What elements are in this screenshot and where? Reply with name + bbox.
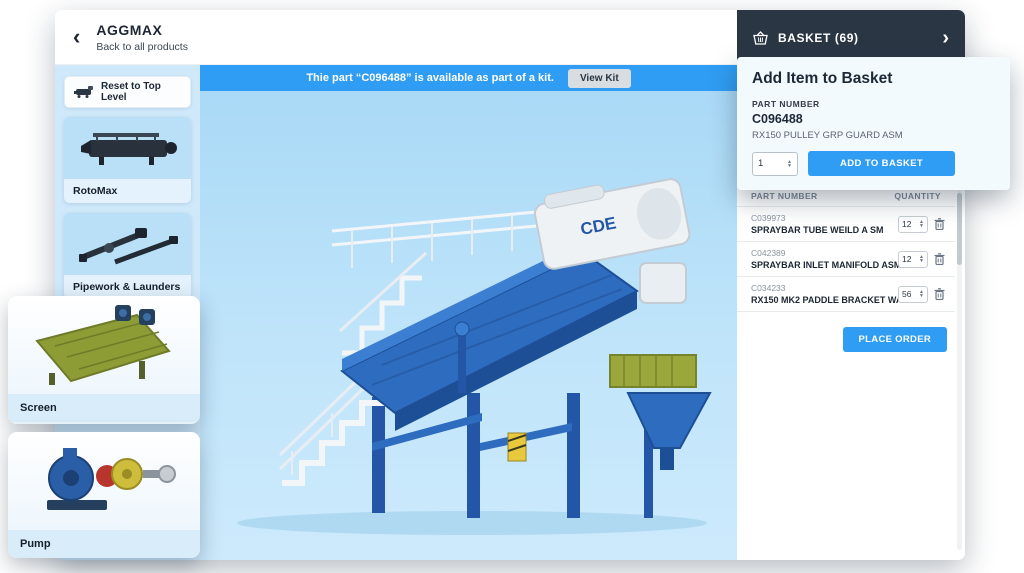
basket-item-part-number: C034233 <box>751 283 892 293</box>
place-order-button[interactable]: PLACE ORDER <box>843 327 947 352</box>
stage: ‹ AGGMAX Back to all products BASKET (69… <box>0 0 1024 573</box>
view-kit-button[interactable]: View Kit <box>568 69 631 88</box>
trash-icon[interactable] <box>934 288 945 300</box>
quantity-value: 56 <box>902 289 911 299</box>
reset-button-label: Reset to Top Level <box>101 81 182 103</box>
quantity-value: 12 <box>902 219 911 229</box>
sidebar-item-label: Pump <box>8 530 200 558</box>
kit-banner-text: Thie part “C096488” is available as part… <box>306 72 554 84</box>
column-quantity: QUANTITY <box>894 191 941 201</box>
sidebar-item-screen[interactable]: Screen <box>8 296 200 424</box>
add-item-title: Add Item to Basket <box>752 70 995 88</box>
quantity-value: 12 <box>902 254 911 264</box>
sidebar-item-label: Screen <box>8 394 200 422</box>
back-to-products-link[interactable]: Back to all products <box>96 41 188 53</box>
basket-row: C039973 SPRAYBAR TUBE WEILD A SM 12 ▲▼ <box>737 207 955 242</box>
sidebar-item-pipework[interactable]: Pipework & Launders <box>64 213 191 299</box>
header-titles: AGGMAX Back to all products <box>96 22 188 53</box>
trash-icon[interactable] <box>934 253 945 265</box>
part-number-label: PART NUMBER <box>752 99 995 109</box>
quantity-stepper[interactable]: 1 ▲▼ <box>752 152 798 176</box>
stepper-arrows-icon: ▲▼ <box>919 255 924 263</box>
rotomax-thumbnail-image <box>64 117 191 179</box>
basket-icon <box>753 31 768 45</box>
add-item-card: Add Item to Basket PART NUMBER C096488 R… <box>737 57 1010 190</box>
part-description: RX150 PULLEY GRP GUARD ASM <box>752 130 995 141</box>
basket-item-info: C042389 SPRAYBAR INLET MANIFOLD ASM <box>751 248 892 270</box>
pipework-thumbnail-image <box>64 213 191 275</box>
basket-scrollbar-track <box>957 191 962 550</box>
basket-item-part-number: C039973 <box>751 213 892 223</box>
app-header: ‹ AGGMAX Back to all products <box>55 10 737 65</box>
add-to-basket-button[interactable]: ADD TO BASKET <box>808 151 955 176</box>
sidebar-item-pump[interactable]: Pump <box>8 432 200 558</box>
machine-3d-render: CDE <box>212 103 724 558</box>
basket-row: C034233 RX150 MK2 PADDLE BRACKET WA 56 ▲… <box>737 277 955 312</box>
back-chevron-icon[interactable]: ‹ <box>73 26 80 48</box>
basket-item-description: SPRAYBAR TUBE WEILD A SM <box>751 225 892 235</box>
quantity-stepper[interactable]: 12 ▲▼ <box>898 216 928 233</box>
quantity-stepper[interactable]: 56 ▲▼ <box>898 286 928 303</box>
basket-item-info: C039973 SPRAYBAR TUBE WEILD A SM <box>751 213 892 235</box>
basket-row: C042389 SPRAYBAR INLET MANIFOLD ASM 12 ▲… <box>737 242 955 277</box>
sidebar-item-rotomax[interactable]: RotoMax <box>64 117 191 203</box>
trash-icon[interactable] <box>934 218 945 230</box>
quantity-stepper[interactable]: 12 ▲▼ <box>898 251 928 268</box>
basket-header-label: BASKET (69) <box>778 31 859 45</box>
page-title: AGGMAX <box>96 22 188 38</box>
sidebar-item-label: RotoMax <box>64 179 191 203</box>
add-item-actions: 1 ▲▼ ADD TO BASKET <box>752 151 995 176</box>
column-part-number: PART NUMBER <box>751 191 818 201</box>
reset-to-top-level-button[interactable]: Reset to Top Level <box>64 76 191 108</box>
basket-column-headers: PART NUMBER QUANTITY <box>737 191 955 207</box>
kit-availability-banner: Thie part “C096488” is available as part… <box>200 65 737 91</box>
viewer-3d-canvas[interactable]: CDE <box>200 65 737 560</box>
stepper-arrows-icon: ▲▼ <box>919 220 924 228</box>
basket-scrollbar-thumb[interactable] <box>957 193 962 265</box>
machine-thumbnail-icon <box>73 85 95 99</box>
basket-list: PART NUMBER QUANTITY C039973 SPRAYBAR TU… <box>737 191 955 312</box>
part-number-value: C096488 <box>752 112 995 126</box>
stepper-arrows-icon: ▲▼ <box>919 290 924 298</box>
screen-thumbnail-image <box>8 296 200 394</box>
stepper-arrows-icon: ▲▼ <box>787 160 792 168</box>
basket-item-description: SPRAYBAR INLET MANIFOLD ASM <box>751 260 892 270</box>
basket-item-info: C034233 RX150 MK2 PADDLE BRACKET WA <box>751 283 892 305</box>
pump-thumbnail-image <box>8 432 200 530</box>
basket-expand-chevron-icon[interactable]: › <box>942 28 949 48</box>
basket-item-description: RX150 MK2 PADDLE BRACKET WA <box>751 295 892 305</box>
basket-item-part-number: C042389 <box>751 248 892 258</box>
quantity-value: 1 <box>758 158 763 169</box>
